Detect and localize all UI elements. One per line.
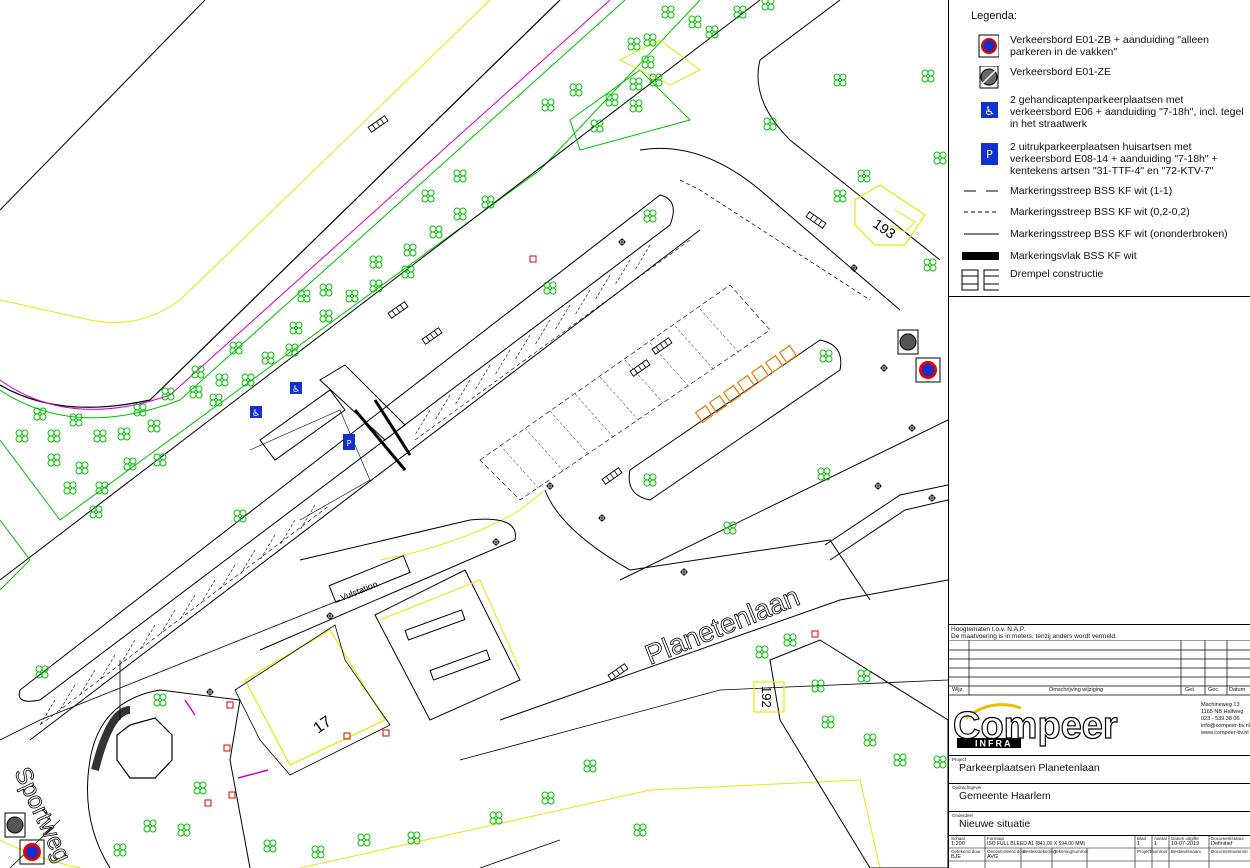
col-gec: Gec.	[1208, 687, 1220, 693]
note-units: De maatvoering is in meters, tenzij ande…	[951, 633, 1117, 640]
compeer-logo: Compeer INFRA	[951, 700, 1121, 750]
drawing-canvas: ♿ ♿ P Planetenlaan Sportweg Vulstation 1…	[0, 0, 948, 868]
vulstation-label: Vulstation	[339, 579, 379, 603]
doctor-parking-sign-icon: P	[981, 143, 998, 165]
site-drawing: ♿ ♿ P Planetenlaan Sportweg Vulstation 1…	[0, 0, 948, 868]
tekening-label: Tekeningnummer	[1054, 849, 1089, 854]
getekend: BJE	[951, 854, 962, 860]
street-label-planetenlaan: Planetenlaan	[641, 581, 804, 671]
project-name: Parkeerplaatsen Planetenlaan	[959, 762, 1100, 774]
divider	[949, 296, 1250, 297]
svg-text:P: P	[347, 439, 352, 448]
dash-line-02-02-icon	[964, 211, 999, 213]
house-number-192: 192	[759, 686, 774, 708]
legend-item: Markeringsstreep BSS KF wit (1-1)	[959, 185, 1249, 199]
company-phone: 023 - 539 38 06	[1201, 716, 1240, 722]
legend-item: Markeringsstreep BSS KF wit (0,2-0,2)	[959, 206, 1249, 220]
company-sub: INFRA	[975, 739, 1013, 749]
bestek-label: Bestekstekening	[1023, 849, 1057, 854]
status: Definitief	[1211, 841, 1233, 847]
formaat: ISO FULL BLEED A1 (841,00 X 594,00 MM)	[987, 841, 1086, 847]
street-label-sportweg: Sportweg	[9, 763, 76, 866]
company-email: info@compeer-bv.nl	[1201, 723, 1250, 729]
blad: 1	[1137, 841, 1141, 847]
legend-panel: Legenda: Verkeersbord E01-ZB + aanduidin…	[948, 0, 1250, 868]
client-name: Gemeente Haarlem	[959, 790, 1051, 802]
company-address1: Machineweg 13	[1201, 702, 1240, 708]
legend-title: Legenda:	[971, 10, 1017, 22]
divider	[949, 624, 1250, 625]
house-number-193: 193	[870, 215, 898, 242]
datum: 10-07-2019	[1171, 841, 1200, 847]
svg-text:♿: ♿	[252, 409, 260, 419]
col-datum: Datum	[1229, 687, 1246, 693]
no-parking-sign-icon	[978, 34, 999, 58]
schaal: 1:200	[951, 841, 965, 847]
bestandsnaam-label: Bestandsnaam	[1171, 849, 1202, 854]
legend-item: Markeringsstreep BSS KF wit (ononderbrok…	[959, 228, 1249, 242]
svg-text:P: P	[986, 148, 993, 161]
legend-item: ♿ 2 gehandicaptenparkeerplaatsen met ver…	[959, 94, 1249, 134]
house-number-17: 17	[311, 713, 335, 737]
legend-item: Drempel constructie	[959, 268, 1249, 294]
col-get: Get.	[1185, 687, 1196, 693]
company-address2: 1165 NB Halfweg	[1201, 709, 1244, 715]
projectnr-label: Projectnummer	[1137, 849, 1168, 854]
legend-item: Verkeersbord E01-ZB + aanduiding "alleen…	[959, 34, 1249, 62]
solid-line-icon	[964, 233, 999, 235]
svg-text:♿: ♿	[984, 104, 995, 118]
col-desc: Omschrijving wijziging	[1049, 687, 1104, 693]
aantal: 1	[1154, 841, 1158, 847]
gecontroleerd: AVG	[987, 854, 999, 860]
note-nap: Hoogtematen t.o.v. N.A.P.	[951, 626, 1026, 633]
end-no-parking-sign-icon	[979, 66, 999, 89]
legend-item: Verkeersbord E01-ZE	[959, 66, 1249, 90]
documentnr-label: Documentnummer	[1211, 849, 1249, 854]
subject: Nieuwe situatie	[959, 818, 1031, 830]
company-web: www.compeer-bv.nl	[1201, 730, 1249, 736]
legend-item: P 2 uitrukparkeerplaatsen huisartsen met…	[959, 141, 1249, 181]
threshold-icon	[961, 269, 999, 291]
legend-item: Markeringsvlak BSS KF wit	[959, 250, 1249, 264]
col-wijz: Wijz.	[952, 687, 964, 693]
svg-text:♿: ♿	[292, 385, 300, 395]
disabled-parking-sign-icon: ♿	[981, 102, 998, 118]
